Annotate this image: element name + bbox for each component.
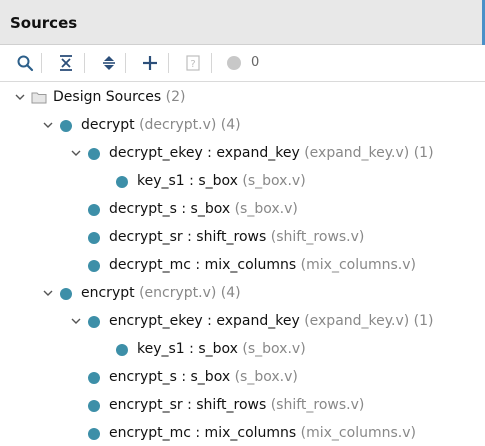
- chevron-down-icon[interactable]: [14, 91, 26, 103]
- sources-panel: Sources ? 0 Design Sources (2) decrypt (…: [0, 0, 485, 446]
- toolbar-separator: [84, 53, 85, 73]
- add-sources-button[interactable]: [138, 51, 162, 75]
- toolbar-separator: [125, 53, 126, 73]
- tree-item-label: encrypt_mc : mix_columns (mix_columns.v): [109, 425, 416, 441]
- collapse-all-icon: [60, 55, 72, 71]
- tree-item-decrypt-ekey[interactable]: decrypt_ekey : expand_key (expand_key.v)…: [0, 140, 485, 168]
- chevron-down-icon[interactable]: [42, 119, 54, 131]
- chevron-down-icon[interactable]: [70, 315, 82, 327]
- chevron-down-icon[interactable]: [70, 147, 82, 159]
- tree-item-decrypt-mc[interactable]: decrypt_mc : mix_columns (mix_columns.v): [0, 252, 485, 280]
- module-icon: [60, 288, 72, 300]
- module-icon: [116, 176, 128, 188]
- collapse-all-button[interactable]: [54, 51, 78, 75]
- tree-item-decrypt[interactable]: decrypt (decrypt.v) (4): [0, 112, 485, 140]
- toolbar-separator: [211, 53, 212, 73]
- tree-item-decrypt-s[interactable]: decrypt_s : s_box (s_box.v): [0, 196, 485, 224]
- module-icon: [60, 120, 72, 132]
- tree-item-label: Design Sources (2): [53, 89, 186, 105]
- toolbar: ? 0: [0, 45, 485, 82]
- expand-all-icon: [103, 56, 115, 70]
- tree-item-label: encrypt (encrypt.v) (4): [81, 285, 241, 301]
- module-icon: [116, 344, 128, 356]
- tree-item-label: decrypt_sr : shift_rows (shift_rows.v): [109, 229, 365, 245]
- tree-item-label: encrypt_s : s_box (s_box.v): [109, 369, 298, 385]
- svg-text:?: ?: [190, 59, 195, 70]
- tree-item-encrypt-ekey[interactable]: encrypt_ekey : expand_key (expand_key.v)…: [0, 308, 485, 336]
- folder-icon: [31, 92, 47, 104]
- toolbar-separator: [168, 53, 169, 73]
- tree-item-key-s1[interactable]: key_s1 : s_box (s_box.v): [0, 168, 485, 196]
- tree-item-label: encrypt_sr : shift_rows (shift_rows.v): [109, 397, 365, 413]
- module-icon: [88, 400, 100, 412]
- tree-item-label: decrypt_s : s_box (s_box.v): [109, 201, 298, 217]
- panel-header: Sources: [0, 0, 485, 45]
- module-icon: [88, 260, 100, 272]
- module-icon: [88, 204, 100, 216]
- tree-item-label: encrypt_ekey : expand_key (expand_key.v)…: [109, 313, 434, 329]
- tree-item-encrypt[interactable]: encrypt (encrypt.v) (4): [0, 280, 485, 308]
- panel-title: Sources: [10, 14, 78, 32]
- tree-item-label: decrypt_ekey : expand_key (expand_key.v)…: [109, 145, 434, 161]
- search-button[interactable]: [13, 51, 37, 75]
- add-icon: [143, 56, 157, 70]
- unknown-file-icon: ?: [186, 55, 200, 71]
- tree-item-encrypt-mc[interactable]: encrypt_mc : mix_columns (mix_columns.v): [0, 420, 485, 446]
- chevron-down-icon[interactable]: [42, 287, 54, 299]
- expand-all-button[interactable]: [97, 51, 121, 75]
- tree-item-label: key_s1 : s_box (s_box.v): [137, 341, 306, 357]
- tree-item-decrypt-sr[interactable]: decrypt_sr : shift_rows (shift_rows.v): [0, 224, 485, 252]
- tree-item-encrypt-s[interactable]: encrypt_s : s_box (s_box.v): [0, 364, 485, 392]
- module-icon: [88, 232, 100, 244]
- status-dot-icon: [227, 56, 241, 70]
- tree-item-encrypt-sr[interactable]: encrypt_sr : shift_rows (shift_rows.v): [0, 392, 485, 420]
- tree-item-label: decrypt_mc : mix_columns (mix_columns.v): [109, 257, 416, 273]
- module-icon: [88, 428, 100, 440]
- search-icon: [17, 55, 34, 72]
- toolbar-separator: [41, 53, 42, 73]
- module-icon: [88, 148, 100, 160]
- status-count: 0: [251, 55, 260, 70]
- tree-item-label: decrypt (decrypt.v) (4): [81, 117, 241, 133]
- module-icon: [88, 316, 100, 328]
- tree-item-key-s1[interactable]: key_s1 : s_box (s_box.v): [0, 336, 485, 364]
- unknown-file-button[interactable]: ?: [181, 51, 205, 75]
- tree-item-label: key_s1 : s_box (s_box.v): [137, 173, 306, 189]
- module-icon: [88, 372, 100, 384]
- status-indicator: [222, 51, 246, 75]
- tree-item-design-sources[interactable]: Design Sources (2): [0, 84, 485, 112]
